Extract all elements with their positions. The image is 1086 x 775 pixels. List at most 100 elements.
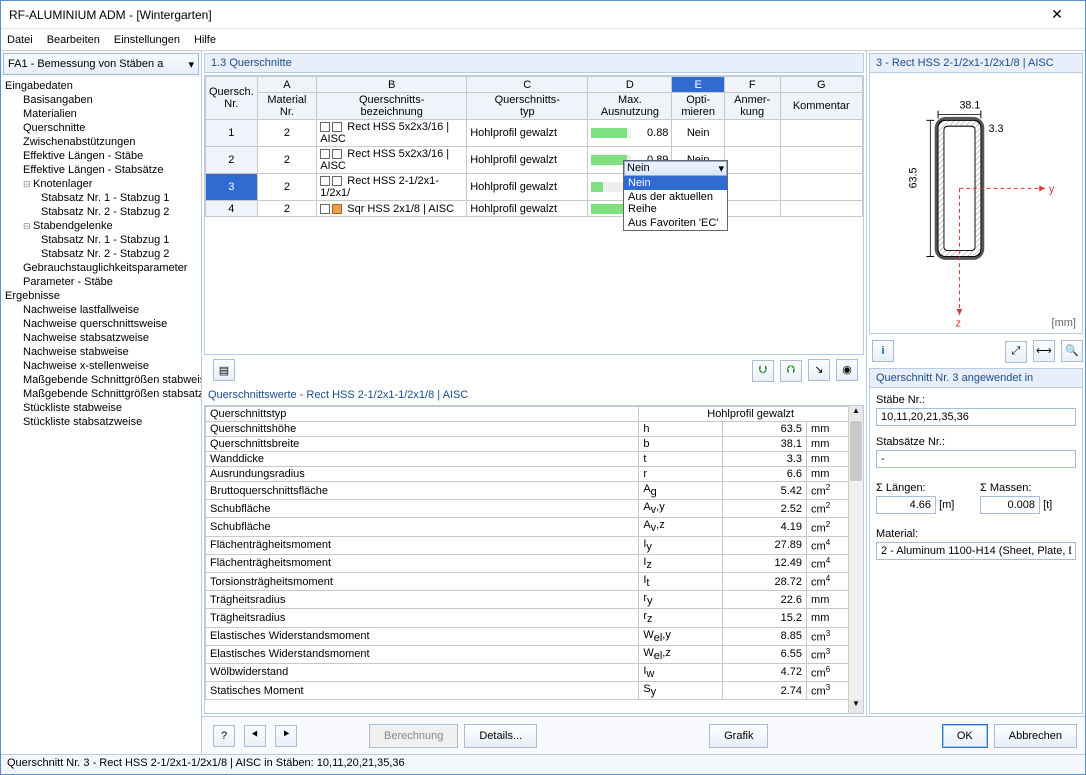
scroll-thumb[interactable] [850,421,862,481]
tree-stk-stabsatz[interactable]: Stückliste stabsatzweise [1,415,201,429]
menu-einstellungen[interactable]: Einstellungen [114,34,180,46]
table-cell-mat[interactable]: 2 [257,174,317,201]
prop-value: 8.85 [723,627,807,645]
tree-param-stabe[interactable]: Parameter - Stäbe [1,275,201,289]
prop-symbol: Ag [639,482,723,500]
prop-label: Schubfläche [206,518,639,536]
library-button[interactable]: ▤ [213,359,235,381]
tree-knotenlager[interactable]: Knotenlager [1,177,201,191]
prop-value: Hohlprofil gewalzt [639,407,863,422]
table-cell-typ[interactable]: Hohlprofil gewalzt [467,147,588,174]
material-input[interactable] [876,542,1076,560]
tree-gebrauch[interactable]: Gebrauchstauglichkeitsparameter [1,261,201,275]
tree-sg1[interactable]: Stabsatz Nr. 1 - Stabzug 1 [1,233,201,247]
ok-button[interactable]: OK [942,724,988,748]
grafik-button[interactable]: Grafik [709,724,768,748]
nav-tree[interactable]: Eingabedaten Basisangaben Materialien Qu… [1,77,201,754]
tree-nw-quer[interactable]: Nachweise querschnittsweise [1,317,201,331]
tree-eff-stabe[interactable]: Effektive Längen - Stäbe [1,149,201,163]
table-cell-bez[interactable]: Sqr HSS 2x1/8 | AISC [317,201,467,217]
menu-bearbeiten[interactable]: Bearbeiten [47,34,100,46]
table-row-nr[interactable]: 4 [206,201,258,217]
tree-querschnitte[interactable]: Querschnitte [1,121,201,135]
tree-nw-stab[interactable]: Nachweise stabweise [1,345,201,359]
axes-button[interactable]: ⤢ [1005,341,1027,363]
dropdown-item-nein[interactable]: Nein [624,176,727,190]
tree-kl2[interactable]: Stabsatz Nr. 2 - Stabzug 2 [1,205,201,219]
zoom-button[interactable]: 🔍 [1061,340,1083,362]
table-cell-util[interactable]: 0.88 [588,120,672,147]
tree-stabendgelenke[interactable]: Stabendgelenke [1,219,201,233]
table-cell-mat[interactable]: 2 [257,120,317,147]
table-cell-typ[interactable]: Hohlprofil gewalzt [467,174,588,201]
dropdown-item-fav[interactable]: Aus Favoriten 'EC' [624,216,727,230]
optimize-dropdown[interactable]: Nein▾ Nein Aus der aktuellen Reihe Aus F… [623,160,728,231]
close-icon[interactable]: ✕ [1037,6,1077,23]
table-cell-opt[interactable]: Nein [672,120,724,147]
next-button[interactable]: ⯈ [275,725,297,747]
table-cell-mat[interactable]: 2 [257,201,317,217]
scroll-down-icon[interactable]: ▼ [849,699,863,713]
abbrechen-button[interactable]: Abbrechen [994,724,1077,748]
table-cell-typ[interactable]: Hohlprofil gewalzt [467,201,588,217]
tree-sg2[interactable]: Stabsatz Nr. 2 - Stabzug 2 [1,247,201,261]
table-cell-anm[interactable] [724,147,780,174]
case-selector[interactable]: FA1 - Bemessung von Stäben a ▾ [3,53,199,75]
table-cell-komm[interactable] [780,201,863,217]
table-row-nr[interactable]: 3 [206,174,258,201]
table-cell-bez[interactable]: Rect HSS 5x2x3/16 | AISC [317,147,467,174]
props-scrollbar[interactable]: ▲ ▼ [848,406,863,713]
prop-symbol: Iz [639,554,723,572]
info-button[interactable]: i [872,340,894,362]
import-excel-button[interactable]: ⮉ [780,360,802,382]
scroll-up-icon[interactable]: ▲ [849,406,863,420]
table-cell-typ[interactable]: Hohlprofil gewalzt [467,120,588,147]
table-row-nr[interactable]: 2 [206,147,258,174]
dropdown-item-aktuell[interactable]: Aus der aktuellen Reihe [624,190,727,216]
menu-datei[interactable]: Datei [7,34,33,46]
chevron-down-icon: ▾ [188,58,194,71]
view-button[interactable]: ◉ [836,359,858,381]
mass-input[interactable] [980,496,1040,514]
table-cell-anm[interactable] [724,120,780,147]
prev-button[interactable]: ⯇ [244,725,266,747]
table-cell-komm[interactable] [780,174,863,201]
stabe-input[interactable] [876,408,1076,426]
table-cell-bez[interactable]: Rect HSS 5x2x3/16 | AISC [317,120,467,147]
table-cell-komm[interactable] [780,120,863,147]
berechnung-button[interactable]: Berechnung [369,724,458,748]
prop-symbol: b [639,437,723,452]
tree-nw-xstellen[interactable]: Nachweise x-stellenweise [1,359,201,373]
tree-eingabedaten[interactable]: Eingabedaten [1,79,201,93]
dim-thickness: 3.3 [989,123,1004,135]
tree-mg-stabsatz[interactable]: Maßgebende Schnittgrößen stabsatzweise [1,387,201,401]
stabsatz-input[interactable] [876,450,1076,468]
tree-mg-stab[interactable]: Maßgebende Schnittgrößen stabweise [1,373,201,387]
cross-section-grid[interactable]: Quersch.Nr. A B C D E F G MaterialNr. [204,75,864,355]
help-button[interactable]: ? [213,725,235,747]
prop-label: Elastisches Widerstandsmoment [206,645,639,663]
tree-basisangaben[interactable]: Basisangaben [1,93,201,107]
dimensions-button[interactable]: ⟷ [1033,340,1055,362]
table-cell-komm[interactable] [780,147,863,174]
tree-nw-lastfall[interactable]: Nachweise lastfallweise [1,303,201,317]
table-cell-anm[interactable] [724,201,780,217]
export-excel-button[interactable]: ⮋ [752,360,774,382]
prop-value: 3.3 [723,452,807,467]
table-row-nr[interactable]: 1 [206,120,258,147]
length-input[interactable] [876,496,936,514]
table-cell-anm[interactable] [724,174,780,201]
tree-nw-stabsatz[interactable]: Nachweise stabsatzweise [1,331,201,345]
tree-ergebnisse[interactable]: Ergebnisse [1,289,201,303]
tree-stk-stab[interactable]: Stückliste stabweise [1,401,201,415]
tree-zwischen[interactable]: Zwischenabstützungen [1,135,201,149]
tree-kl1[interactable]: Stabsatz Nr. 1 - Stabzug 1 [1,191,201,205]
table-cell-mat[interactable]: 2 [257,147,317,174]
tree-eff-stabsatz[interactable]: Effektive Längen - Stabsätze [1,163,201,177]
details-button[interactable]: Details... [464,724,537,748]
properties-table[interactable]: QuerschnittstypHohlprofil gewalztQuersch… [204,405,864,714]
table-cell-bez[interactable]: Rect HSS 2-1/2x1-1/2x1/ [317,174,467,201]
menu-hilfe[interactable]: Hilfe [194,34,216,46]
pick-button[interactable]: ↘ [808,359,830,381]
tree-materialien[interactable]: Materialien [1,107,201,121]
